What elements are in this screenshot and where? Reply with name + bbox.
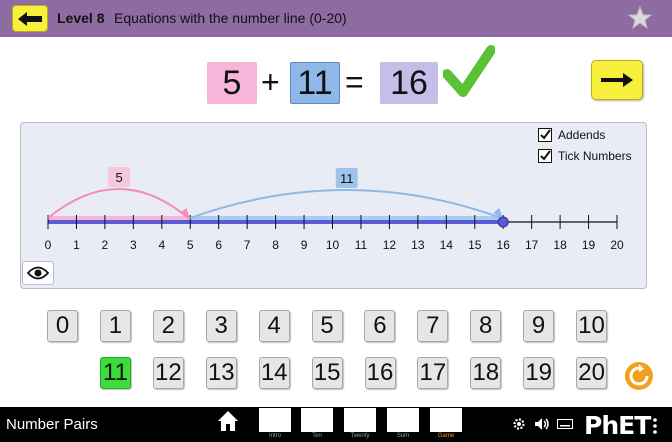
number-button-17[interactable]: 17 bbox=[417, 357, 449, 389]
screen-tab-label: Twenty bbox=[350, 433, 370, 439]
reset-button[interactable] bbox=[624, 361, 654, 391]
kebab-menu-icon[interactable] bbox=[653, 418, 657, 434]
tick-label: 8 bbox=[272, 238, 279, 252]
screen-tab-label: Ten bbox=[312, 433, 322, 439]
screen-tab-label: Game bbox=[437, 433, 455, 439]
phet-logo[interactable]: PhET bbox=[584, 411, 651, 440]
number-button-18[interactable]: 18 bbox=[470, 357, 502, 389]
gear-icon[interactable] bbox=[512, 417, 526, 431]
total-point bbox=[497, 216, 509, 228]
screen-tab-label: Intro bbox=[268, 433, 281, 439]
keyboard-icon[interactable] bbox=[557, 419, 573, 429]
tick-label: 9 bbox=[301, 238, 308, 252]
number-button-13[interactable]: 13 bbox=[205, 357, 237, 389]
number-button-19[interactable]: 19 bbox=[523, 357, 555, 389]
number-button-9[interactable]: 9 bbox=[523, 310, 555, 342]
tick-label: 12 bbox=[383, 238, 397, 252]
screen-tab-game[interactable] bbox=[430, 408, 462, 432]
number-line[interactable]: 0 1 2 3 4 5 6 7 8 9 10 11 12 13 14 15 16 17 18 19 205 11 bbox=[0, 0, 672, 300]
tick-label: 7 bbox=[244, 238, 251, 252]
navigation-bar: Number Pairs Intro Ten Twenty Sum Game PhET bbox=[0, 407, 672, 442]
number-button-6[interactable]: 6 bbox=[364, 310, 396, 342]
screen-tab-intro[interactable] bbox=[259, 408, 291, 432]
number-button-14[interactable]: 14 bbox=[258, 357, 290, 389]
tick-label: 14 bbox=[440, 238, 454, 252]
number-button-3[interactable]: 3 bbox=[205, 310, 237, 342]
home-icon[interactable] bbox=[217, 410, 239, 432]
number-button-0[interactable]: 0 bbox=[47, 310, 78, 342]
tick-label: 16 bbox=[497, 238, 511, 252]
number-button-11[interactable]: 11 bbox=[100, 357, 131, 389]
number-button-16[interactable]: 16 bbox=[364, 357, 396, 389]
tick-label: 18 bbox=[553, 238, 567, 252]
addend1-arc bbox=[47, 188, 189, 219]
tick-label: 0 bbox=[45, 238, 52, 252]
number-button-5[interactable]: 5 bbox=[311, 310, 343, 342]
addend2-arc bbox=[189, 189, 502, 219]
tick-label: 17 bbox=[525, 238, 539, 252]
tick-label: 20 bbox=[610, 238, 624, 252]
screen-tab-label: Sum bbox=[396, 433, 410, 439]
number-button-10[interactable]: 10 bbox=[576, 310, 607, 342]
tick-label: 13 bbox=[411, 238, 425, 252]
tick-label: 3 bbox=[130, 238, 137, 252]
number-button-20[interactable]: 20 bbox=[576, 357, 608, 389]
tick-label: 5 bbox=[187, 238, 194, 252]
number-button-4[interactable]: 4 bbox=[258, 310, 290, 342]
tick-label: 6 bbox=[215, 238, 222, 252]
tick-label: 2 bbox=[102, 238, 109, 252]
sim-title: Number Pairs bbox=[6, 416, 98, 433]
addend2-arc-label: 11 bbox=[340, 171, 354, 186]
addend1-arc-label: 5 bbox=[116, 170, 123, 185]
screen-tab-twenty[interactable] bbox=[344, 408, 376, 432]
tick-label: 1 bbox=[73, 238, 80, 252]
number-button-7[interactable]: 7 bbox=[417, 310, 449, 342]
number-button-8[interactable]: 8 bbox=[470, 310, 502, 342]
tick-label: 10 bbox=[326, 238, 340, 252]
game-screen: Level 8 Equations with the number line (… bbox=[0, 0, 672, 442]
number-button-12[interactable]: 12 bbox=[152, 357, 184, 389]
screen-tab-ten[interactable] bbox=[301, 408, 333, 432]
speaker-icon[interactable] bbox=[534, 417, 550, 431]
eye-toggle-button[interactable] bbox=[22, 261, 54, 285]
number-button-2[interactable]: 2 bbox=[152, 310, 184, 342]
number-button-1[interactable]: 1 bbox=[99, 310, 131, 342]
number-button-15[interactable]: 15 bbox=[311, 357, 343, 389]
screen-tab-sum[interactable] bbox=[387, 408, 419, 432]
tick-label: 15 bbox=[468, 238, 482, 252]
tick-label: 11 bbox=[355, 238, 368, 252]
tick-label: 4 bbox=[158, 238, 165, 252]
tick-label: 19 bbox=[582, 238, 596, 252]
eye-icon bbox=[27, 266, 49, 280]
